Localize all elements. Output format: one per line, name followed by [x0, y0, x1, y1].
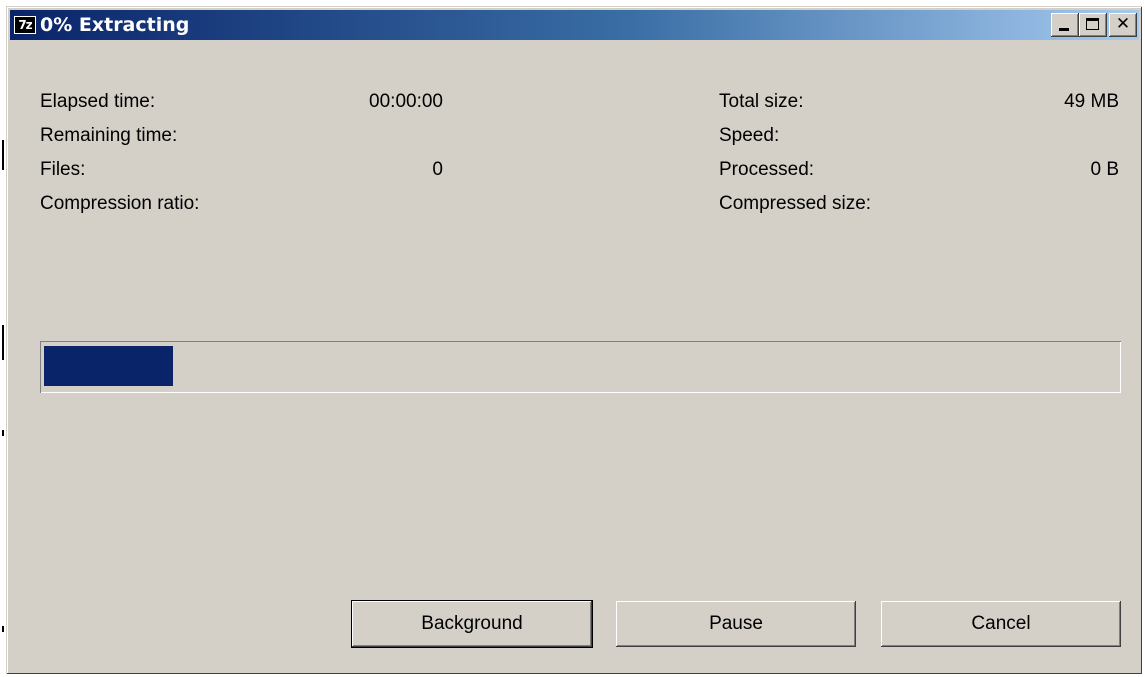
close-icon: ✕: [1115, 14, 1131, 34]
total-size-value: 49 MB: [1064, 91, 1119, 112]
cancel-button[interactable]: Cancel: [881, 601, 1121, 647]
compression-ratio-label: Compression ratio:: [40, 193, 200, 214]
close-button[interactable]: ✕: [1109, 13, 1137, 37]
processed-label: Processed:: [719, 159, 815, 180]
minimize-icon: [1059, 28, 1069, 31]
processed-value: 0 B: [1090, 159, 1119, 180]
speed-label: Speed:: [719, 125, 780, 146]
extraction-progress-dialog: 7z 0% Extracting ✕ Elapsed time: 00:00:0…: [6, 6, 1142, 674]
compression-ratio-value: [307, 187, 443, 221]
maximize-button[interactable]: [1079, 13, 1107, 37]
total-size-label: Total size:: [719, 91, 804, 112]
files-label: Files:: [40, 159, 86, 180]
background-button[interactable]: Background: [351, 600, 593, 648]
compressed-size-label: Compressed size:: [719, 193, 872, 214]
remaining-time-label: Remaining time:: [40, 125, 178, 146]
files-value: 0: [432, 159, 443, 180]
progress-bar-fill: [44, 346, 173, 386]
window-controls: ✕: [1051, 13, 1137, 37]
compressed-size-value: [967, 187, 1119, 221]
remaining-time-value: [307, 119, 443, 153]
title-bar[interactable]: 7z 0% Extracting ✕: [10, 10, 1139, 40]
elapsed-time-label: Elapsed time:: [40, 91, 156, 112]
speed-value: [967, 119, 1119, 153]
pause-button[interactable]: Pause: [616, 601, 856, 647]
elapsed-time-value: 00:00:00: [369, 91, 443, 112]
window-title: 0% Extracting: [40, 14, 190, 36]
maximize-icon: [1086, 18, 1099, 30]
progress-bar: [40, 341, 1121, 393]
7zip-app-icon: 7z: [14, 16, 36, 34]
minimize-button[interactable]: [1051, 13, 1079, 37]
